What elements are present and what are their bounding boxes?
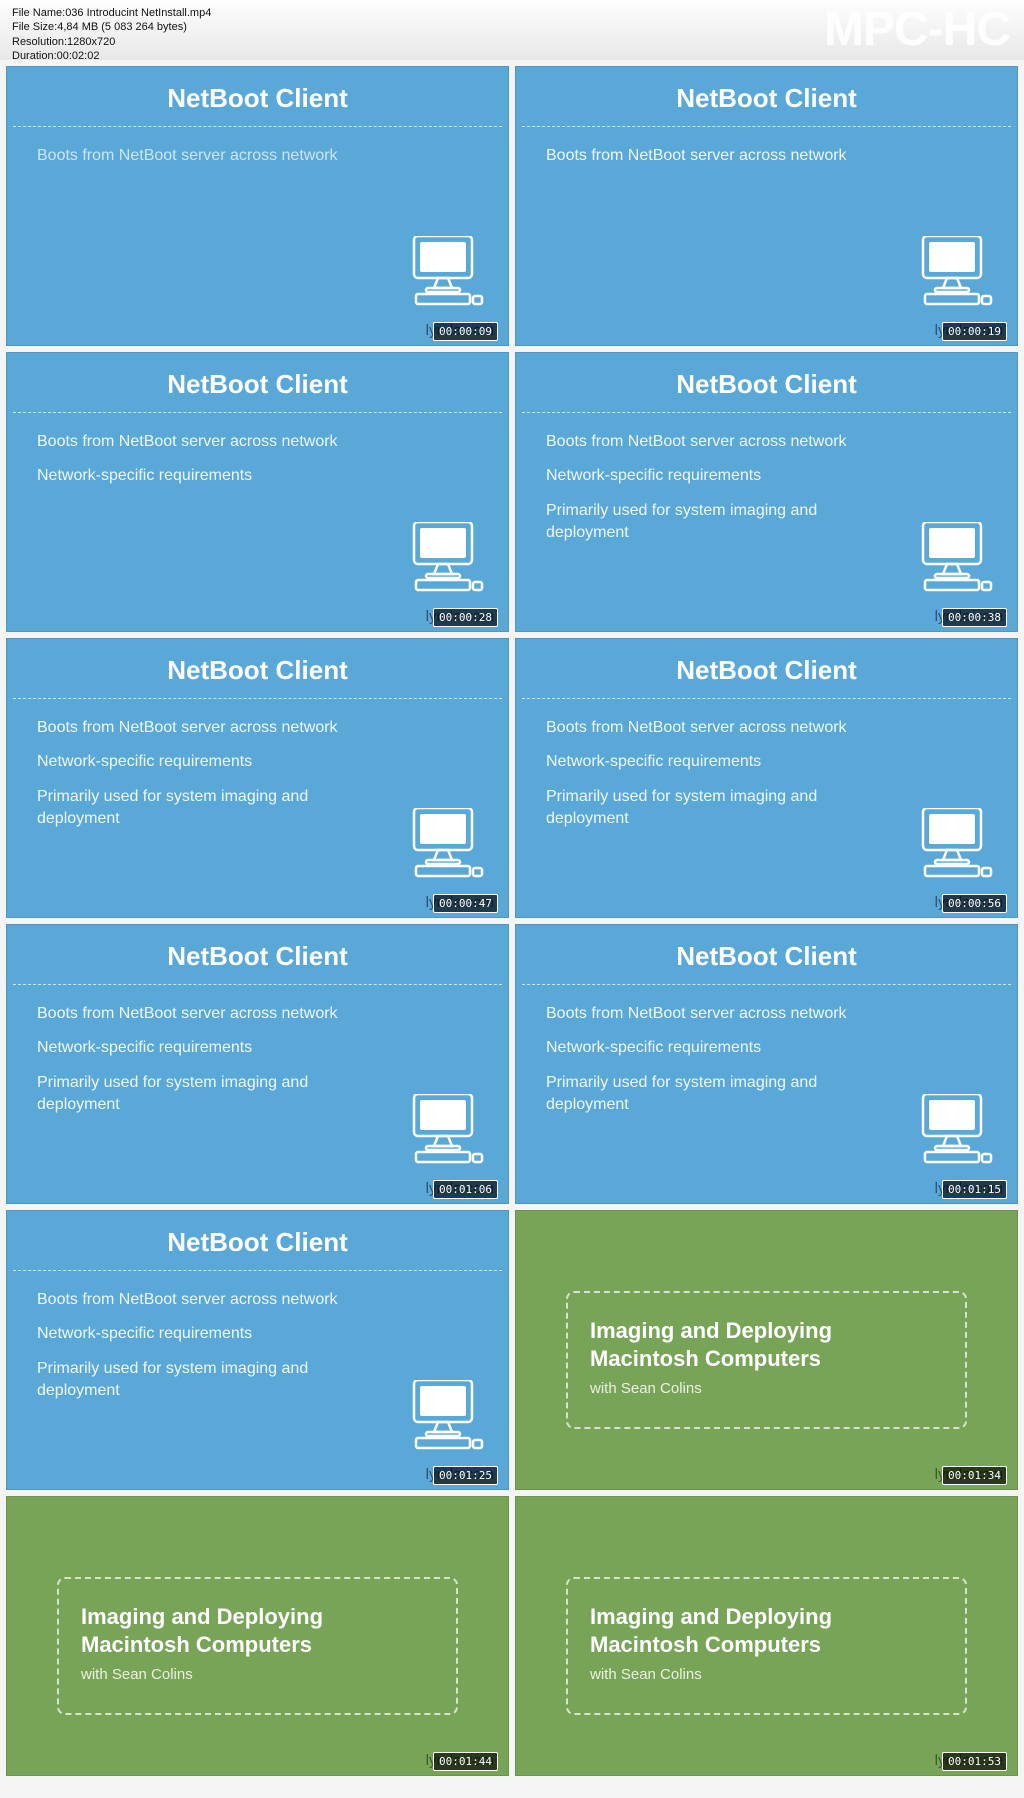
course-title: Imaging and DeployingMacintosh Computers xyxy=(590,1603,943,1658)
resolution: 1280x720 xyxy=(67,35,115,49)
thumbnail-timestamp: 00:00:47 xyxy=(433,894,498,913)
computer-icon xyxy=(915,808,993,883)
slide-bullet: Boots from NetBoot server across network xyxy=(37,1003,367,1025)
course-title-card: Imaging and DeployingMacintosh Computers… xyxy=(566,1291,967,1429)
slide-bullet: Boots from NetBoot server across network xyxy=(546,717,876,739)
computer-icon xyxy=(406,1380,484,1455)
slide-title: NetBoot Client xyxy=(13,1227,502,1258)
video-thumbnail[interactable]: NetBoot Client Boots from NetBoot server … xyxy=(6,924,509,1204)
computer-icon xyxy=(406,808,484,883)
slide-bullet: Network-specific requirements xyxy=(37,465,367,487)
slide-bullet: Boots from NetBoot server across network xyxy=(546,1003,876,1025)
course-title: Imaging and DeployingMacintosh Computers xyxy=(81,1603,434,1658)
file-size-label: File Size: xyxy=(12,20,57,34)
video-thumbnail[interactable]: Imaging and DeployingMacintosh Computers… xyxy=(6,1496,509,1776)
slide-bullet: Boots from NetBoot server across network xyxy=(546,431,876,453)
resolution-label: Resolution: xyxy=(12,35,67,49)
slide-bullet: Network-specific requirements xyxy=(546,1037,876,1059)
slide-bullets: Boots from NetBoot server across network… xyxy=(7,413,508,488)
computer-icon xyxy=(915,1094,993,1169)
video-thumbnail[interactable]: NetBoot Client Boots from NetBoot server … xyxy=(6,352,509,632)
file-size: 4,84 MB (5 083 264 bytes) xyxy=(57,20,187,34)
video-thumbnail[interactable]: NetBoot Client Boots from NetBoot server … xyxy=(515,638,1018,918)
slide-title-band: NetBoot Client xyxy=(522,353,1011,413)
slide-title-band: NetBoot Client xyxy=(13,1211,502,1271)
slide-title-band: NetBoot Client xyxy=(522,639,1011,699)
video-thumbnail[interactable]: NetBoot Client Boots from NetBoot server … xyxy=(6,66,509,346)
slide-title: NetBoot Client xyxy=(522,941,1011,972)
slide-bullet: Network-specific requirements xyxy=(546,751,876,773)
slide-bullet: Boots from NetBoot server across network xyxy=(37,145,367,167)
slide-title: NetBoot Client xyxy=(522,83,1011,114)
slide-bullet: Boots from NetBoot server across network xyxy=(37,717,367,739)
thumbnail-timestamp: 00:00:56 xyxy=(942,894,1007,913)
thumbnail-timestamp: 00:01:15 xyxy=(942,1180,1007,1199)
slide-bullet: Network-specific requirements xyxy=(37,1037,367,1059)
course-title-card: Imaging and DeployingMacintosh Computers… xyxy=(57,1577,458,1715)
slide-bullet: Primarily used for system imaging and de… xyxy=(37,786,367,831)
video-thumbnail[interactable]: NetBoot Client Boots from NetBoot server … xyxy=(6,638,509,918)
thumbnail-timestamp: 00:01:34 xyxy=(942,1466,1007,1485)
slide-bullet: Primarily used for system imaging and de… xyxy=(546,786,876,831)
video-thumbnail[interactable]: NetBoot Client Boots from NetBoot server … xyxy=(515,66,1018,346)
slide-title: NetBoot Client xyxy=(13,83,502,114)
file-name-label: File Name: xyxy=(12,6,65,20)
course-instructor: with Sean Colins xyxy=(590,1666,943,1683)
slide-title: NetBoot Client xyxy=(13,941,502,972)
thumbnail-timestamp: 00:00:19 xyxy=(942,322,1007,341)
course-title: Imaging and DeployingMacintosh Computers xyxy=(590,1317,943,1372)
video-thumbnail[interactable]: NetBoot Client Boots from NetBoot server … xyxy=(515,924,1018,1204)
video-thumbnail[interactable]: NetBoot Client Boots from NetBoot server … xyxy=(6,1210,509,1490)
slide-bullet: Network-specific requirements xyxy=(37,1323,367,1345)
file-name: 036 Introducint NetInstall.mp4 xyxy=(65,6,211,20)
slide-title-band: NetBoot Client xyxy=(13,67,502,127)
slide-title: NetBoot Client xyxy=(13,369,502,400)
slide-title-band: NetBoot Client xyxy=(13,353,502,413)
slide-title-band: NetBoot Client xyxy=(13,639,502,699)
course-instructor: with Sean Colins xyxy=(81,1666,434,1683)
slide-bullet: Primarily used for system imaging and de… xyxy=(546,1072,876,1117)
slide-bullet: Network-specific requirements xyxy=(546,465,876,487)
slide-bullets: Boots from NetBoot server across network xyxy=(7,127,508,167)
app-watermark: MPC-HC xyxy=(824,2,1010,57)
slide-title-band: NetBoot Client xyxy=(13,925,502,985)
slide-bullet: Primarily used for system imaging and de… xyxy=(37,1072,367,1117)
course-title-card: Imaging and DeployingMacintosh Computers… xyxy=(566,1577,967,1715)
thumbnail-timestamp: 00:01:44 xyxy=(433,1752,498,1771)
slide-bullet: Boots from NetBoot server across network xyxy=(37,1289,367,1311)
video-thumbnail[interactable]: NetBoot Client Boots from NetBoot server … xyxy=(515,352,1018,632)
course-instructor: with Sean Colins xyxy=(590,1380,943,1397)
slide-title-band: NetBoot Client xyxy=(522,67,1011,127)
thumbnail-grid: NetBoot Client Boots from NetBoot server … xyxy=(0,60,1024,1782)
slide-bullet: Primarily used for system imaging and de… xyxy=(546,500,876,545)
slide-bullet: Boots from NetBoot server across network xyxy=(37,431,367,453)
video-thumbnail[interactable]: Imaging and DeployingMacintosh Computers… xyxy=(515,1496,1018,1776)
thumbnail-timestamp: 00:00:28 xyxy=(433,608,498,627)
thumbnail-timestamp: 00:00:38 xyxy=(942,608,1007,627)
thumbnail-timestamp: 00:01:53 xyxy=(942,1752,1007,1771)
slide-title: NetBoot Client xyxy=(522,655,1011,686)
slide-title-band: NetBoot Client xyxy=(522,925,1011,985)
thumbnail-timestamp: 00:01:25 xyxy=(433,1466,498,1485)
slide-bullets: Boots from NetBoot server across network xyxy=(516,127,1017,167)
duration: 00:02:02 xyxy=(57,49,100,63)
slide-bullet: Boots from NetBoot server across network xyxy=(546,145,876,167)
thumbnail-timestamp: 00:01:06 xyxy=(433,1180,498,1199)
computer-icon xyxy=(406,236,484,311)
slide-title: NetBoot Client xyxy=(13,655,502,686)
computer-icon xyxy=(915,236,993,311)
slide-bullet: Primarily used for system imaging and de… xyxy=(37,1358,367,1403)
video-thumbnail[interactable]: Imaging and DeployingMacintosh Computers… xyxy=(515,1210,1018,1490)
duration-label: Duration: xyxy=(12,49,57,63)
thumbnail-timestamp: 00:00:09 xyxy=(433,322,498,341)
computer-icon xyxy=(406,1094,484,1169)
computer-icon xyxy=(406,522,484,597)
computer-icon xyxy=(915,522,993,597)
slide-title: NetBoot Client xyxy=(522,369,1011,400)
slide-bullet: Network-specific requirements xyxy=(37,751,367,773)
header: MPC-HC File Name: 036 Introducint NetIns… xyxy=(0,0,1024,60)
